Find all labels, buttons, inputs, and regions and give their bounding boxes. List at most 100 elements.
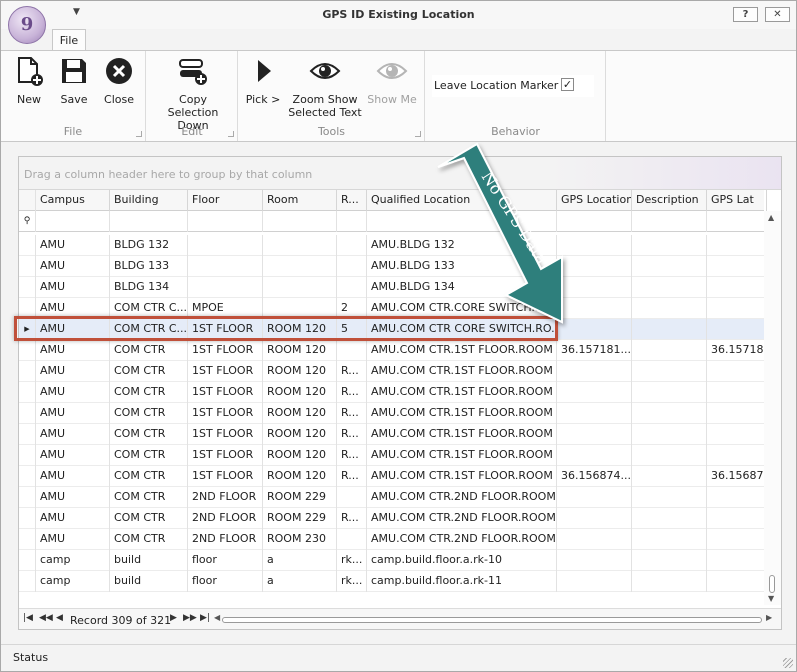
filter-cell[interactable] (188, 211, 263, 232)
table-cell[interactable]: 1ST FLOOR (188, 424, 263, 445)
table-cell[interactable]: 36.156874 (707, 466, 764, 487)
table-cell[interactable] (632, 403, 707, 424)
table-cell[interactable]: AMU.BLDG 134 (367, 277, 557, 298)
table-cell[interactable]: BLDG 132 (110, 235, 188, 256)
zoom-show-selected-text-button[interactable]: Zoom Show Selected Text (287, 55, 363, 119)
table-cell[interactable] (557, 571, 632, 592)
column-header[interactable]: Building (110, 190, 188, 211)
app-logo-icon[interactable]: 9 (8, 6, 46, 44)
table-cell[interactable] (707, 445, 764, 466)
table-cell[interactable]: 36.157181 (707, 340, 764, 361)
column-header[interactable]: Campus (36, 190, 110, 211)
table-cell[interactable] (557, 529, 632, 550)
table-row[interactable]: AMU COM CTR 1ST FLOOR ROOM 120 R... AMU.COM C… (19, 445, 764, 466)
table-cell[interactable] (557, 382, 632, 403)
auto-filter-row[interactable]: ⚲ (19, 211, 767, 232)
table-cell[interactable]: AMU.BLDG 133 (367, 256, 557, 277)
table-cell[interactable] (337, 277, 367, 298)
table-cell[interactable]: AMU.COM CTR.1ST FLOOR.ROOM ... (367, 445, 557, 466)
table-cell[interactable]: a (263, 571, 337, 592)
row-indicator[interactable] (19, 340, 36, 361)
table-cell[interactable]: 1ST FLOOR (188, 382, 263, 403)
table-cell[interactable]: BLDG 133 (110, 256, 188, 277)
table-cell[interactable]: COM CTR (110, 529, 188, 550)
table-cell[interactable]: COM CTR (110, 508, 188, 529)
table-row[interactable]: AMU BLDG 132 AMU.BLDG 132 (19, 235, 764, 256)
table-cell[interactable] (557, 235, 632, 256)
table-cell[interactable] (632, 298, 707, 319)
table-cell[interactable]: build (110, 550, 188, 571)
table-cell[interactable]: AMU (36, 529, 110, 550)
table-row[interactable]: AMU COM CTR 1ST FLOOR ROOM 120 R... AMU.COM C… (19, 466, 764, 487)
table-cell[interactable]: rk... (337, 571, 367, 592)
table-cell[interactable]: AMU (36, 361, 110, 382)
table-cell[interactable] (632, 256, 707, 277)
table-cell[interactable]: build (110, 571, 188, 592)
table-cell[interactable] (557, 550, 632, 571)
table-cell[interactable]: AMU.COM CTR.1ST FLOOR.ROOM ... (367, 382, 557, 403)
table-cell[interactable]: AMU (36, 235, 110, 256)
close-window-button[interactable]: ✕ (765, 7, 790, 22)
table-cell[interactable]: ROOM 229 (263, 508, 337, 529)
table-cell[interactable] (337, 487, 367, 508)
resize-grip-icon[interactable] (783, 658, 793, 668)
table-cell[interactable] (557, 298, 632, 319)
table-cell[interactable] (632, 508, 707, 529)
show-me-button[interactable]: Show Me (367, 55, 417, 106)
copy-selection-down-button[interactable]: Copy Selection Down (153, 55, 233, 132)
table-cell[interactable] (632, 424, 707, 445)
table-cell[interactable]: COM CTR (110, 445, 188, 466)
table-cell[interactable]: R... (337, 508, 367, 529)
table-cell[interactable] (632, 487, 707, 508)
next-page-icon[interactable]: ▶▶ (183, 613, 197, 623)
table-cell[interactable]: R... (337, 445, 367, 466)
table-cell[interactable] (707, 550, 764, 571)
table-cell[interactable]: 1ST FLOOR (188, 403, 263, 424)
table-cell[interactable] (632, 340, 707, 361)
table-cell[interactable]: ROOM 120 (263, 382, 337, 403)
table-cell[interactable] (707, 361, 764, 382)
table-cell[interactable] (707, 382, 764, 403)
table-cell[interactable]: BLDG 134 (110, 277, 188, 298)
table-cell[interactable]: ROOM 120 (263, 361, 337, 382)
table-cell[interactable] (632, 361, 707, 382)
table-cell[interactable]: AMU (36, 445, 110, 466)
table-cell[interactable] (263, 235, 337, 256)
table-cell[interactable] (557, 256, 632, 277)
group-launcher-edit[interactable] (228, 131, 234, 137)
table-cell[interactable] (707, 403, 764, 424)
help-button[interactable]: ? (733, 7, 758, 22)
table-cell[interactable] (707, 529, 764, 550)
table-row[interactable]: AMU COM CTR 2ND FLOOR ROOM 230 AMU.COM CTR.2… (19, 529, 764, 550)
table-cell[interactable] (337, 256, 367, 277)
group-launcher-tools[interactable] (415, 131, 421, 137)
table-cell[interactable]: AMU.COM CTR.2ND FLOOR.ROOM... (367, 529, 557, 550)
table-cell[interactable] (263, 277, 337, 298)
table-cell[interactable]: AMU (36, 508, 110, 529)
table-row[interactable]: AMU COM CTR 1ST FLOOR ROOM 120 R... AMU.COM C… (19, 382, 764, 403)
table-cell[interactable] (557, 319, 632, 340)
table-row[interactable]: camp build floor a rk... camp.build.floor.a.r… (19, 550, 764, 571)
table-cell[interactable] (188, 235, 263, 256)
table-row[interactable]: AMU COM CTR 2ND FLOOR ROOM 229 R... AMU.COM C… (19, 508, 764, 529)
table-cell[interactable]: AMU (36, 466, 110, 487)
table-cell[interactable]: AMU (36, 382, 110, 403)
table-cell[interactable]: R... (337, 466, 367, 487)
group-by-panel[interactable]: Drag a column header here to group by th… (19, 157, 781, 190)
table-cell[interactable]: 36.156874... (557, 466, 632, 487)
column-header[interactable]: Description (632, 190, 707, 211)
table-cell[interactable] (557, 424, 632, 445)
table-cell[interactable]: ROOM 229 (263, 487, 337, 508)
table-cell[interactable]: COM CTR (110, 466, 188, 487)
column-header[interactable]: R... (337, 190, 367, 211)
table-cell[interactable] (632, 550, 707, 571)
vertical-scroll-thumb[interactable] (769, 575, 775, 593)
filter-cell[interactable] (36, 211, 110, 232)
table-cell[interactable] (557, 445, 632, 466)
filter-cell[interactable] (632, 211, 707, 232)
previous-record-icon[interactable]: ◀ (56, 613, 63, 623)
table-cell[interactable] (188, 256, 263, 277)
table-cell[interactable]: AMU (36, 340, 110, 361)
table-cell[interactable]: R... (337, 403, 367, 424)
leave-location-marker-row[interactable]: Leave Location Marker ✓ (432, 75, 594, 97)
